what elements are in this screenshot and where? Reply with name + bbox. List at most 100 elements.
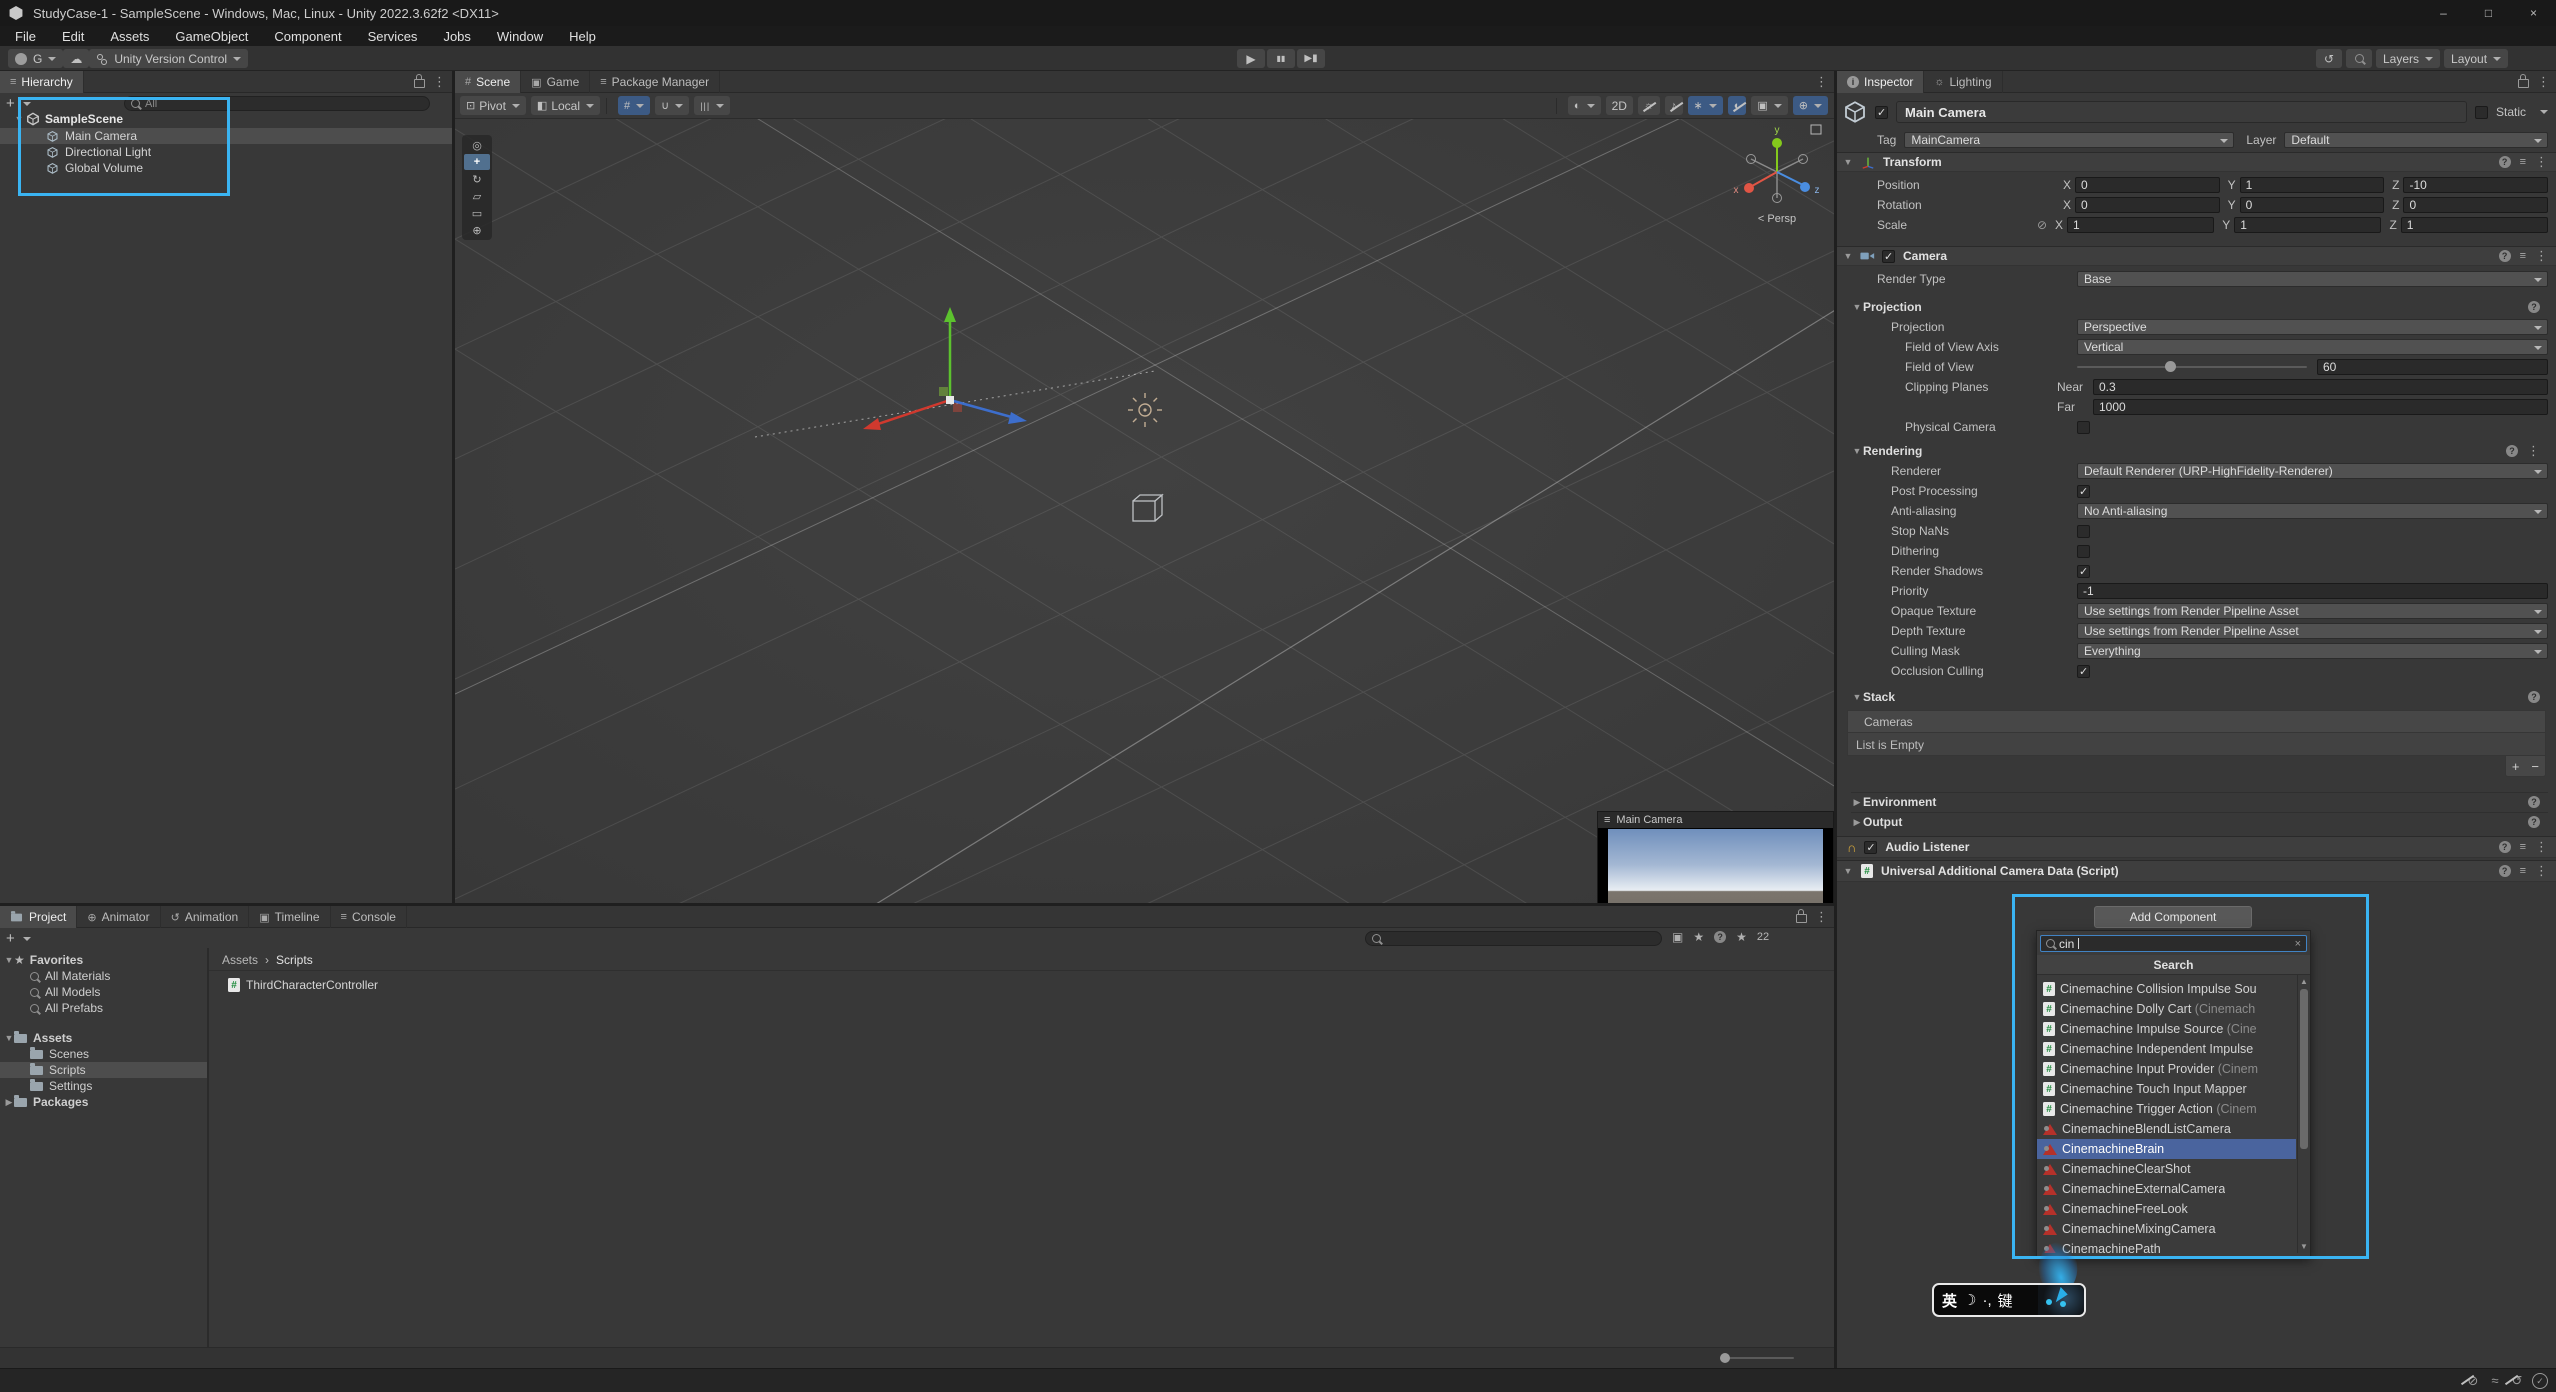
clipping-near-field[interactable]: 0.3 [2093,379,2548,395]
help-icon[interactable]: ? [2528,816,2540,828]
kebab-menu-icon[interactable]: ⋮ [2537,74,2550,90]
component-option[interactable]: # Cinemachine Trigger Action (Cinem [2037,1099,2296,1119]
presets-icon[interactable]: ≡ [2520,250,2526,262]
tab-lighting[interactable]: ☼ Lighting [1924,71,2002,93]
hidden-count-badge[interactable]: 22 [1757,931,1769,943]
menu-file[interactable]: File [2,29,49,44]
menu-jobs[interactable]: Jobs [430,29,483,44]
favorites-all-models[interactable]: All Models [0,984,207,1000]
lock-icon[interactable] [2518,79,2529,88]
scene-canvas[interactable]: y x z < Persp ◎ + ↻ ▱ ▭ ⊕ ≡ Mai [455,119,1834,903]
kebab-menu-icon[interactable]: ⋮ [2535,863,2548,879]
projection-section-header[interactable]: ▼ Projection ? [1851,298,2548,316]
ime-punctuation-mode[interactable]: ·, [1982,1292,1991,1309]
handle-space-toggle[interactable]: ◧ Local [531,96,600,115]
folder-scenes[interactable]: Scenes [0,1046,207,1062]
foldout-open-icon[interactable]: ▼ [4,1033,14,1043]
help-icon[interactable]: ? [2528,301,2540,313]
component-option[interactable]: # Cinemachine Input Provider (Cinem [2037,1059,2296,1079]
scene-camera-dropdown[interactable]: ▣ [1751,96,1787,115]
asset-file-item[interactable]: # ThirdCharacterController [228,976,378,994]
ime-width-mode-icon[interactable]: ☽ [1963,1291,1976,1309]
search-button[interactable] [2346,49,2372,68]
project-search-input[interactable] [1365,931,1662,946]
gameobject-icon-large[interactable] [1843,100,1867,124]
kebab-menu-icon[interactable]: ⋮ [433,74,446,90]
rect-tool-button[interactable]: ▭ [464,205,490,221]
auto-refresh-disabled-icon[interactable]: ↺ [2506,1373,2528,1389]
view-tool-button[interactable]: ◎ [464,137,490,153]
menu-services[interactable]: Services [355,29,431,44]
tab-animator[interactable]: ⊕ Animator [77,906,160,928]
active-checkbox[interactable] [1875,106,1888,119]
help-icon[interactable]: ? [2499,865,2511,877]
layers-dropdown[interactable]: Layers [2376,49,2440,68]
scale-link-icon[interactable]: ⊘ [2037,218,2055,232]
component-option-selected[interactable]: CinemachineBrain [2037,1139,2296,1159]
component-option[interactable]: CinemachineFreeLook [2037,1199,2296,1219]
component-option[interactable]: # Cinemachine Collision Impulse Sou [2037,979,2296,999]
rotation-z-field[interactable]: 0 [2403,197,2548,213]
foldout-open-icon[interactable]: ▼ [4,955,14,965]
kebab-menu-icon[interactable]: ⋮ [2535,154,2548,170]
scale-x-field[interactable]: 1 [2067,217,2214,233]
version-control-button[interactable]: Unity Version Control [89,49,248,68]
cache-server-icon[interactable]: ≈ [2484,1373,2506,1388]
help-icon[interactable]: ? [1714,931,1726,943]
step-button[interactable]: ▶▮ [1297,49,1325,68]
help-icon[interactable]: ? [2499,841,2511,853]
ime-language-mode[interactable]: 英 [1942,1290,1957,1311]
presets-icon[interactable]: ≡ [2520,865,2526,877]
kebab-menu-icon[interactable]: ⋮ [2527,443,2540,459]
foldout-open-icon[interactable]: ▼ [14,114,24,124]
renderer-dropdown[interactable]: Default Renderer (URP-HighFidelity-Rende… [2077,463,2548,479]
fov-value-field[interactable]: 60 [2317,359,2548,375]
render-shadows-checkbox[interactable] [2077,565,2090,578]
breadcrumb-current[interactable]: Scripts [276,953,313,967]
effects-toggle[interactable]: ∗ [1688,96,1723,115]
folder-scripts[interactable]: Scripts [0,1062,207,1078]
kebab-menu-icon[interactable]: ⋮ [1815,74,1828,90]
packages-root[interactable]: ▶ Packages [0,1094,207,1110]
favorites-root[interactable]: ▼ ★ Favorites [0,952,207,968]
kebab-menu-icon[interactable]: ⋮ [1815,909,1828,925]
remove-from-list-button[interactable]: − [2531,759,2539,774]
debugger-disabled-icon[interactable]: ⊘ [2462,1373,2484,1389]
rotation-y-field[interactable]: 0 [2240,197,2385,213]
hierarchy-search-input[interactable]: All [124,96,430,111]
occlusion-culling-checkbox[interactable] [2077,665,2090,678]
ime-soft-keyboard[interactable]: 键 [1998,1290,2013,1311]
additional-camera-data-header[interactable]: ▼ # Universal Additional Camera Data (Sc… [1837,860,2556,882]
help-icon[interactable]: ? [2528,796,2540,808]
hidden-objects-toggle[interactable]: ◐ [1728,96,1747,115]
2d-toggle[interactable]: 2D [1606,96,1633,115]
layout-dropdown[interactable]: Layout [2444,49,2508,68]
component-option[interactable]: CinemachineClearShot [2037,1159,2296,1179]
search-by-type-icon[interactable]: ▣ [1672,930,1683,944]
assets-root[interactable]: ▼ Assets [0,1030,207,1046]
presets-icon[interactable]: ≡ [2520,841,2526,853]
hierarchy-item-directional-light[interactable]: Directional Light [0,144,452,160]
menu-component[interactable]: Component [261,29,354,44]
minimize-button[interactable]: – [2421,0,2466,26]
menu-window[interactable]: Window [484,29,556,44]
presets-icon[interactable]: ≡ [2520,156,2526,168]
projection-dropdown[interactable]: Perspective [2077,319,2548,335]
menu-gameobject[interactable]: GameObject [162,29,261,44]
icon-size-slider-knob[interactable] [1720,1353,1730,1363]
menu-assets[interactable]: Assets [97,29,162,44]
activity-ok-icon[interactable]: ✓ [2532,1373,2548,1389]
chevron-down-icon[interactable] [2540,110,2548,114]
transform-tool-button[interactable]: ⊕ [464,222,490,238]
clipping-far-field[interactable]: 1000 [2093,399,2548,415]
physical-camera-checkbox[interactable] [2077,421,2090,434]
opaque-texture-dropdown[interactable]: Use settings from Render Pipeline Asset [2077,603,2548,619]
scene-lighting-toggle[interactable]: ☼ [1638,96,1660,115]
stack-section-header[interactable]: ▼ Stack ? [1851,688,2548,706]
kebab-menu-icon[interactable]: ⋮ [2535,839,2548,855]
gizmos-dropdown[interactable]: ⊕ [1793,96,1828,115]
output-section-header[interactable]: ▶ Output ? [1851,812,2548,831]
tab-game[interactable]: ▣ Game [521,71,590,93]
pause-button[interactable]: ▮▮ [1267,49,1295,68]
fov-slider[interactable] [2077,366,2307,368]
